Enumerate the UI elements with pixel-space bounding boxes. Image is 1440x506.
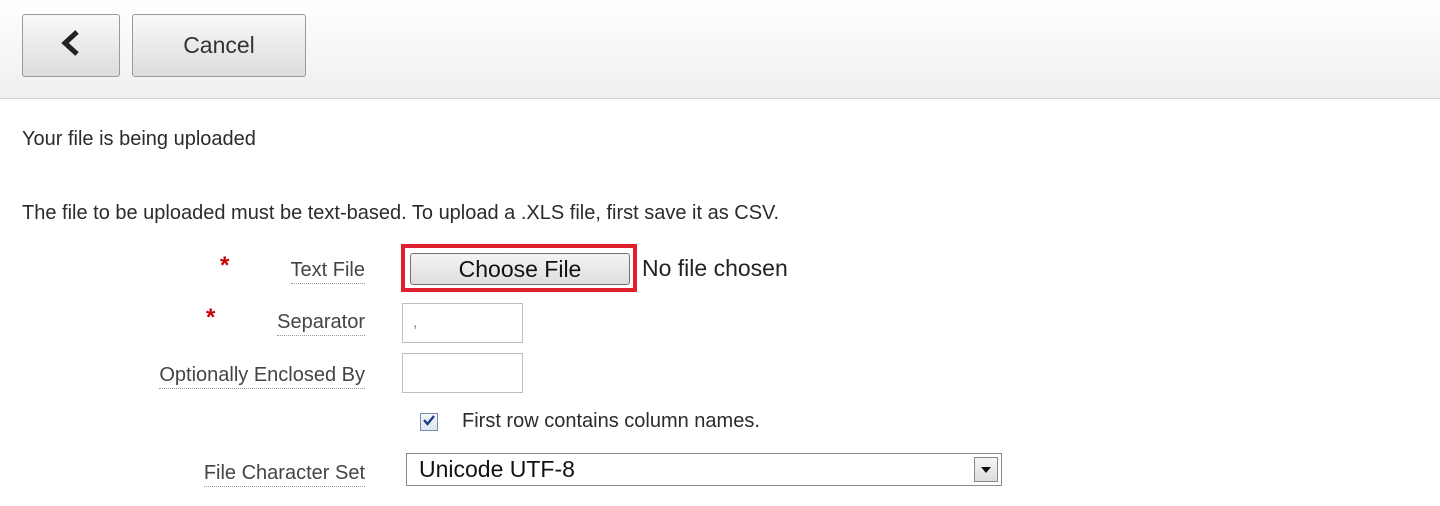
separator-label: Separator: [277, 309, 365, 336]
first-row-checkbox[interactable]: [420, 413, 438, 431]
charset-selected-value: Unicode UTF-8: [419, 456, 575, 482]
status-message: Your file is being uploaded: [22, 128, 256, 150]
toolbar: Cancel: [0, 0, 1440, 99]
required-marker: *: [206, 304, 216, 331]
required-marker: *: [220, 252, 230, 279]
text-file-label: Text File: [290, 257, 365, 284]
back-button[interactable]: [22, 14, 120, 77]
checkmark-icon: [422, 413, 436, 432]
file-status-text: No file chosen: [642, 255, 788, 281]
enclosed-by-input[interactable]: [402, 353, 523, 393]
cancel-button[interactable]: Cancel: [132, 14, 306, 77]
choose-file-button[interactable]: Choose File: [410, 253, 630, 285]
instruction-text: The file to be uploaded must be text-bas…: [22, 202, 780, 224]
charset-select[interactable]: Unicode UTF-8: [406, 453, 1002, 486]
dropdown-arrow-icon[interactable]: [974, 457, 998, 482]
separator-input[interactable]: [402, 303, 523, 343]
enclosed-by-label: Optionally Enclosed By: [159, 362, 365, 389]
cancel-button-label: Cancel: [183, 32, 255, 58]
charset-label: File Character Set: [203, 460, 365, 487]
chevron-left-icon: [60, 30, 82, 61]
first-row-label: First row contains column names.: [462, 410, 760, 432]
choose-file-button-label: Choose File: [458, 255, 582, 282]
